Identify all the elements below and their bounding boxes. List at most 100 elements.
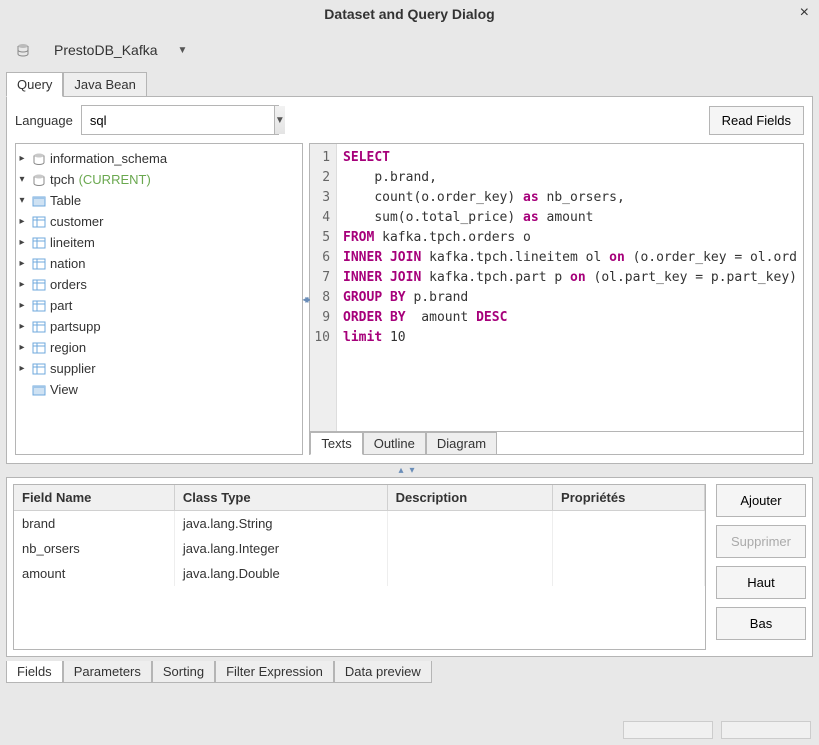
editor-tabs: TextsOutlineDiagram — [310, 431, 803, 454]
tree-node[interactable]: ▸ part — [16, 298, 296, 313]
table-cell: amount — [14, 561, 174, 586]
expand-icon[interactable]: ▸ — [16, 153, 28, 164]
tree-node[interactable]: ▸ customer — [16, 214, 296, 229]
table-icon — [32, 258, 46, 270]
table-cell — [387, 561, 552, 586]
tree-node-label: region — [50, 340, 86, 355]
tree-node-label: nation — [50, 256, 85, 271]
fields-table[interactable]: Field NameClass TypeDescriptionPropriété… — [14, 485, 705, 586]
tree-node[interactable]: ▾ tpch (CURRENT) — [16, 172, 296, 187]
tree-node-label: information_schema — [50, 151, 167, 166]
close-icon[interactable]: × — [800, 4, 809, 22]
expand-icon[interactable]: ▸ — [16, 300, 28, 311]
editor-tab-texts[interactable]: Texts — [310, 432, 362, 455]
bottom-tab-parameters[interactable]: Parameters — [63, 661, 152, 683]
tree-node[interactable]: ▸ orders — [16, 277, 296, 292]
editor-tab-diagram[interactable]: Diagram — [426, 432, 497, 455]
dialog-footer — [0, 683, 819, 745]
fields-panel: Field NameClass TypeDescriptionPropriété… — [6, 477, 813, 657]
expand-icon[interactable]: ▸ — [16, 216, 28, 227]
table-cell: brand — [14, 511, 174, 537]
sql-editor[interactable]: 12345678910 SELECT p.brand, count(o.orde… — [310, 144, 803, 431]
column-header[interactable]: Description — [387, 485, 552, 511]
folder-icon — [32, 384, 46, 396]
column-header[interactable]: Class Type — [174, 485, 387, 511]
bottom-tab-sorting[interactable]: Sorting — [152, 661, 215, 683]
tree-node-label: orders — [50, 277, 87, 292]
bottom-tab-fields[interactable]: Fields — [6, 661, 63, 683]
column-header[interactable]: Field Name — [14, 485, 174, 511]
read-fields-button[interactable]: Read Fields — [709, 106, 804, 135]
expand-icon[interactable]: ▸ — [16, 363, 28, 374]
tree-node-label: partsupp — [50, 319, 101, 334]
tree-node[interactable]: ▸ supplier — [16, 361, 296, 376]
table-icon — [32, 216, 46, 228]
top-tabs: QueryJava Bean — [0, 72, 819, 97]
fields-buttons: Ajouter Supprimer Haut Bas — [716, 484, 806, 650]
table-row[interactable]: brandjava.lang.String — [14, 511, 705, 537]
collapse-icon[interactable]: ▾ — [16, 174, 28, 185]
connection-row: PrestoDB_Kafka ▼ — [0, 28, 819, 72]
table-cell — [553, 511, 705, 537]
expand-icon[interactable]: ▸ — [16, 279, 28, 290]
expand-icon[interactable]: ▸ — [16, 237, 28, 248]
language-input[interactable] — [82, 106, 274, 134]
tree-node[interactable]: ▸ nation — [16, 256, 296, 271]
language-label: Language — [15, 113, 73, 128]
table-icon — [32, 300, 46, 312]
title-bar: Dataset and Query Dialog × — [0, 0, 819, 28]
expand-icon[interactable]: ▸ — [16, 258, 28, 269]
tree-node-label: supplier — [50, 361, 96, 376]
folder-icon — [32, 195, 46, 207]
table-cell — [387, 511, 552, 537]
add-field-button[interactable]: Ajouter — [716, 484, 806, 517]
expand-icon[interactable]: ▸ — [16, 321, 28, 332]
tab-java-bean[interactable]: Java Bean — [63, 72, 146, 97]
table-icon — [32, 342, 46, 354]
datasource-icon — [16, 43, 30, 57]
tree-node[interactable]: ▸ region — [16, 340, 296, 355]
tab-query[interactable]: Query — [6, 72, 63, 97]
connection-name: PrestoDB_Kafka — [54, 42, 158, 58]
move-up-button[interactable]: Haut — [716, 566, 806, 599]
current-schema-badge: (CURRENT) — [79, 172, 151, 187]
tree-node[interactable]: ▾Table — [16, 193, 296, 208]
tree-node-label: lineitem — [50, 235, 95, 250]
bottom-tabs: FieldsParametersSortingFilter Expression… — [6, 661, 813, 683]
footer-button-2[interactable] — [721, 721, 811, 739]
schema-tree[interactable]: ▸ information_schema ▾ tpch (CURRENT) ▾Table… — [15, 143, 303, 455]
line-gutter: 12345678910 — [310, 144, 337, 431]
tree-node-label: tpch — [50, 172, 75, 187]
bottom-tab-filter-expression[interactable]: Filter Expression — [215, 661, 334, 683]
tree-editor-split: ▸ information_schema ▾ tpch (CURRENT) ▾Table… — [15, 143, 804, 455]
tree-node-label: part — [50, 298, 72, 313]
vertical-collapse-handle[interactable]: ▴▾ — [0, 464, 819, 477]
splitter-handle[interactable]: ◂▸ — [302, 292, 308, 306]
table-cell: java.lang.Integer — [174, 536, 387, 561]
tree-node[interactable]: ▸ information_schema — [16, 151, 296, 166]
bottom-tab-data-preview[interactable]: Data preview — [334, 661, 432, 683]
table-icon — [32, 321, 46, 333]
language-combo-button[interactable]: ▼ — [274, 106, 285, 134]
connection-dropdown[interactable]: PrestoDB_Kafka ▼ — [54, 42, 187, 58]
sql-code[interactable]: SELECT p.brand, count(o.order_key) as nb… — [337, 144, 803, 431]
window-title: Dataset and Query Dialog — [324, 6, 494, 22]
table-row[interactable]: nb_orsersjava.lang.Integer — [14, 536, 705, 561]
table-row[interactable]: amountjava.lang.Double — [14, 561, 705, 586]
expand-icon[interactable]: ▸ — [16, 342, 28, 353]
language-combo[interactable]: ▼ — [81, 105, 279, 135]
tree-node-label: customer — [50, 214, 103, 229]
move-down-button[interactable]: Bas — [716, 607, 806, 640]
sql-editor-wrap: ◂▸ 12345678910 SELECT p.brand, count(o.o… — [309, 143, 804, 455]
table-cell — [553, 561, 705, 586]
tree-node[interactable]: ▸ lineitem — [16, 235, 296, 250]
editor-tab-outline[interactable]: Outline — [363, 432, 426, 455]
table-cell: java.lang.String — [174, 511, 387, 537]
column-header[interactable]: Propriétés — [553, 485, 705, 511]
tree-node[interactable]: View — [16, 382, 296, 397]
collapse-icon[interactable]: ▾ — [16, 195, 28, 206]
tree-node[interactable]: ▸ partsupp — [16, 319, 296, 334]
remove-field-button[interactable]: Supprimer — [716, 525, 806, 558]
footer-button-1[interactable] — [623, 721, 713, 739]
db-icon — [32, 174, 46, 186]
